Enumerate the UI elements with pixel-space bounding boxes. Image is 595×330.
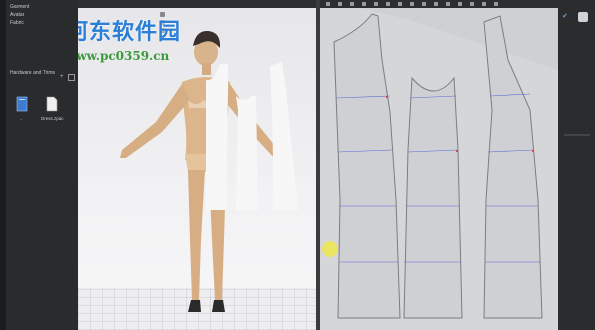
library-side-strip xyxy=(0,0,6,330)
library-item-garment[interactable]: Garment xyxy=(10,4,29,10)
property-panel: ✔ xyxy=(558,0,595,330)
file-icon[interactable] xyxy=(46,96,58,112)
file-name-dress[interactable]: Dress.zpac xyxy=(41,116,64,121)
folder-icon[interactable] xyxy=(16,96,28,112)
3d-pattern-front[interactable] xyxy=(206,64,228,210)
add-icon[interactable]: + xyxy=(60,74,64,80)
file-name-parent[interactable]: .. xyxy=(20,116,23,121)
3d-viewport[interactable]: 河东软件园 www.pc0359.cn xyxy=(78,0,316,330)
watermark-url: www.pc0359.cn xyxy=(78,49,170,63)
panel-divider xyxy=(564,134,590,136)
library-item-hardware-trims[interactable]: Hardware and Trims xyxy=(10,70,55,76)
library-panel: Garment Avatar Fabric Hardware and Trims… xyxy=(0,0,79,330)
mouse-cursor-highlight xyxy=(322,241,338,257)
tool-icon[interactable] xyxy=(578,12,588,22)
box-icon[interactable] xyxy=(68,74,75,81)
watermark-title: 河东软件园 xyxy=(78,19,182,45)
pattern-piece-front[interactable] xyxy=(333,13,401,319)
library-item-fabric[interactable]: Fabric xyxy=(10,20,24,26)
avatar[interactable] xyxy=(120,30,282,312)
2d-pattern-window[interactable] xyxy=(320,0,558,330)
3d-pattern-back[interactable] xyxy=(270,62,298,210)
pattern-piece-sleeve[interactable] xyxy=(403,76,463,319)
pattern-canvas xyxy=(333,8,558,319)
library-item-avatar[interactable]: Avatar xyxy=(10,12,24,18)
check-icon[interactable]: ✔ xyxy=(562,12,568,20)
3d-pattern-sleeve[interactable] xyxy=(236,96,258,210)
